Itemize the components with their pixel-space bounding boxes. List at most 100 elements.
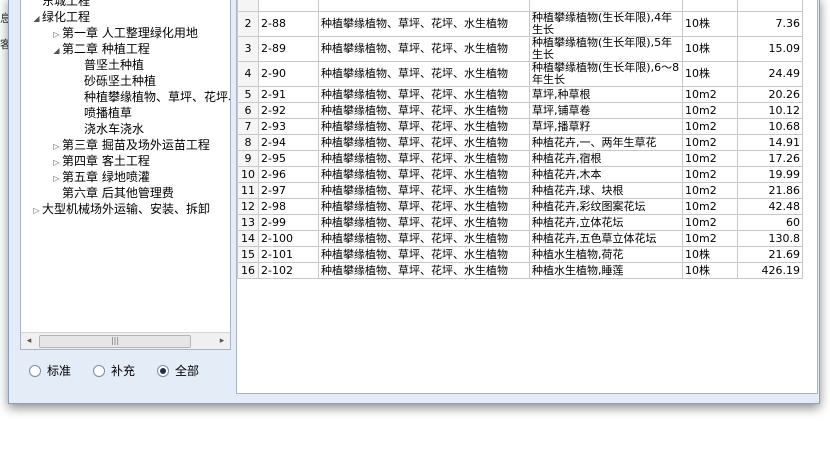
- quota-code: 2-89: [258, 36, 319, 62]
- table-row[interactable]: [237, 0, 803, 12]
- tree-item[interactable]: ▷ 第三章 掘苗及场外运苗工程: [51, 137, 210, 153]
- row-index: [237, 0, 259, 12]
- row-index: 11: [237, 182, 259, 199]
- tree-item[interactable]: 喷播植草: [73, 105, 132, 121]
- quota-price: 7.36: [737, 11, 803, 37]
- quota-unit: 10m2: [682, 166, 738, 183]
- tree-item-label: 第四章 客土工程: [62, 154, 150, 168]
- table-row[interactable]: 6 2-92 种植攀缘植物、草坪、花坪、水生植物 草坪,铺草卷 10m2 10.12: [237, 102, 803, 119]
- quota-code: 2-95: [258, 150, 319, 167]
- quota-category: 种植攀缘植物、草坪、花坪、水生植物: [318, 230, 530, 247]
- quota-code: 2-97: [258, 182, 319, 199]
- row-index: 9: [237, 150, 259, 167]
- row-index: 10: [237, 166, 259, 183]
- quota-price: 14.91: [737, 134, 803, 151]
- quota-unit: 10m2: [682, 198, 738, 215]
- quota-category: 种植攀缘植物、草坪、花坪、水生植物: [318, 166, 530, 183]
- quota-category: 种植攀缘植物、草坪、花坪、水生植物: [318, 214, 530, 231]
- quota-code: 2-102: [258, 262, 319, 279]
- quota-category: 种植攀缘植物、草坪、花坪、水生植物: [318, 86, 530, 103]
- quota-unit: 10m2: [682, 118, 738, 135]
- quota-code: 2-93: [258, 118, 319, 135]
- quota-price: 42.48: [737, 198, 803, 215]
- table-row[interactable]: 13 2-99 种植攀缘植物、草坪、花坪、水生植物 种植花卉,立体花坛 10m2 60: [237, 214, 803, 231]
- quota-price: 21.69: [737, 246, 803, 263]
- quota-unit: 10m2: [682, 102, 738, 119]
- tree-item-label: 第五章 绿地喷灌: [62, 170, 150, 184]
- table-row[interactable]: 16 2-102 种植攀缘植物、草坪、花坪、水生植物 种植水生植物,睡莲 10株 426.…: [237, 262, 803, 279]
- quota-price: 24.49: [737, 61, 803, 87]
- tree-item[interactable]: ▷ 大型机械场外运输、安装、拆卸: [31, 201, 210, 217]
- tree-item[interactable]: 浇水车浇水: [73, 121, 144, 137]
- quota-category: [318, 0, 530, 12]
- tree-item[interactable]: ◢ 第二章 种植工程: [51, 41, 150, 59]
- quota-category: 种植攀缘植物、草坪、花坪、水生植物: [318, 134, 530, 151]
- tree-horizontal-scrollbar[interactable]: ◂ ||| ▸: [21, 332, 230, 349]
- chapter-tree[interactable]: 东城工程 ◢ 绿化工程 ▷ 第一章 人工整理绿化用地 ◢ 第二章 种植工程 普坚土种植 砂砾坚土…: [20, 0, 231, 350]
- quota-price: 20.26: [737, 86, 803, 103]
- tree-item-label: 浇水车浇水: [84, 122, 145, 136]
- quota-code: 2-90: [258, 61, 319, 87]
- quota-category: 种植攀缘植物、草坪、花坪、水生植物: [318, 262, 530, 279]
- expand-arrow-icon[interactable]: ▷: [31, 203, 42, 219]
- radio-supplement-circle[interactable]: [93, 364, 105, 377]
- tree-item-label: 绿化工程: [42, 10, 91, 24]
- quota-table: 2 2-88 种植攀缘植物、草坪、花坪、水生植物 种植攀缘植物(生长年限),4年生长 1…: [237, 0, 803, 279]
- row-index: 2: [237, 11, 259, 37]
- quota-category: 种植攀缘植物、草坪、花坪、水生植物: [318, 182, 530, 199]
- tree-item-label: 大型机械场外运输、安装、拆卸: [42, 202, 211, 216]
- table-row[interactable]: 7 2-93 种植攀缘植物、草坪、花坪、水生植物 草坪,播草籽 10m2 10.68: [237, 118, 803, 135]
- quota-unit: 10m2: [682, 150, 738, 167]
- tree-item[interactable]: 种植攀缘植物、草坪、花坪、水生植物: [73, 89, 230, 105]
- tree-item[interactable]: ◢ 绿化工程: [31, 9, 90, 25]
- tree-item[interactable]: ▷ 第五章 绿地喷灌: [51, 169, 150, 185]
- table-row[interactable]: 9 2-95 种植攀缘植物、草坪、花坪、水生植物 种植花卉,宿根 10m2 17.26: [237, 150, 803, 167]
- tree-item-label: 第六章 后其他管理费: [62, 186, 174, 200]
- radio-standard-circle[interactable]: [29, 364, 41, 377]
- tree-item-label: 喷播植草: [84, 106, 133, 120]
- table-row[interactable]: 5 2-91 种植攀缘植物、草坪、花坪、水生植物 草坪,种草根 10m2 20.26: [237, 86, 803, 103]
- quota-unit: 10m2: [682, 214, 738, 231]
- quota-price: 21.86: [737, 182, 803, 199]
- table-row[interactable]: 14 2-100 种植攀缘植物、草坪、花坪、水生植物 种植花卉,五色草立体花坛 10m2…: [237, 230, 803, 247]
- row-index: 14: [237, 230, 259, 247]
- quota-name: 种植花卉,彩纹图案花坛: [529, 198, 683, 215]
- tree-item[interactable]: 砂砾坚土种植: [73, 73, 156, 89]
- quota-name: [529, 0, 683, 12]
- radio-all-circle[interactable]: [157, 364, 169, 377]
- table-row[interactable]: 2 2-88 种植攀缘植物、草坪、花坪、水生植物 种植攀缘植物(生长年限),4年生长 1…: [237, 11, 803, 37]
- tree-item[interactable]: ▷ 第一章 人工整理绿化用地: [51, 25, 197, 41]
- quota-price: 19.99: [737, 166, 803, 183]
- tree-item[interactable]: ▷ 第四章 客土工程: [51, 153, 150, 169]
- radio-all[interactable]: 全部: [157, 363, 199, 379]
- row-index: 4: [237, 61, 259, 87]
- scroll-right-arrow-icon[interactable]: ▸: [214, 333, 230, 349]
- radio-supplement-label: 补充: [111, 364, 136, 378]
- tree-item-label: 第三章 掘苗及场外运苗工程: [62, 138, 210, 152]
- radio-supplement[interactable]: 补充: [93, 363, 135, 379]
- collapse-arrow-icon[interactable]: ◢: [31, 11, 42, 27]
- table-row[interactable]: 10 2-96 种植攀缘植物、草坪、花坪、水生植物 种植花卉,木本 10m2 19.99: [237, 166, 803, 183]
- scroll-left-arrow-icon[interactable]: ◂: [21, 333, 37, 349]
- tree-item[interactable]: 东城工程: [31, 0, 90, 9]
- quota-price: 15.09: [737, 36, 803, 62]
- table-row[interactable]: 15 2-101 种植攀缘植物、草坪、花坪、水生植物 种植水生植物,荷花 10株 21.6…: [237, 246, 803, 263]
- quota-category: 种植攀缘植物、草坪、花坪、水生植物: [318, 102, 530, 119]
- table-row[interactable]: 3 2-89 种植攀缘植物、草坪、花坪、水生植物 种植攀缘植物(生长年限),5年生长 1…: [237, 36, 803, 62]
- quota-category: 种植攀缘植物、草坪、花坪、水生植物: [318, 11, 530, 37]
- radio-standard[interactable]: 标准: [29, 363, 71, 379]
- tree-item-label: 第二章 种植工程: [62, 42, 150, 56]
- quota-price: 10.12: [737, 102, 803, 119]
- table-row[interactable]: 8 2-94 种植攀缘植物、草坪、花坪、水生植物 种植花卉,一、两年生草花 10m2 14…: [237, 134, 803, 151]
- quota-unit: 10m2: [682, 230, 738, 247]
- table-row[interactable]: 11 2-97 种植攀缘植物、草坪、花坪、水生植物 种植花卉,球、块根 10m2 21.8…: [237, 182, 803, 199]
- table-row[interactable]: 4 2-90 种植攀缘植物、草坪、花坪、水生植物 种植攀缘植物(生长年限),6～8年生…: [237, 61, 803, 87]
- tree-item[interactable]: 第六章 后其他管理费: [51, 185, 174, 201]
- quota-code: 2-98: [258, 198, 319, 215]
- table-row[interactable]: 12 2-98 种植攀缘植物、草坪、花坪、水生植物 种植花卉,彩纹图案花坛 10m2 42…: [237, 198, 803, 215]
- quota-unit: 10株: [682, 61, 738, 87]
- row-index: 12: [237, 198, 259, 215]
- collapse-arrow-icon[interactable]: ◢: [51, 43, 62, 59]
- tree-item[interactable]: 普坚土种植: [73, 57, 144, 73]
- scroll-thumb[interactable]: |||: [39, 335, 191, 348]
